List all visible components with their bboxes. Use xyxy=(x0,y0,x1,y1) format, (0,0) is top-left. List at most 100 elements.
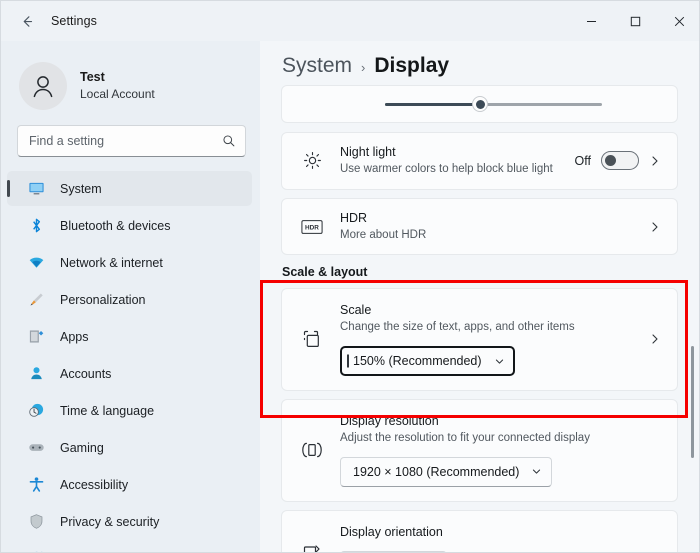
brightness-slider[interactable] xyxy=(300,95,659,113)
sidebar-item-label: Accounts xyxy=(60,366,112,381)
chevron-down-icon xyxy=(494,356,505,367)
brightness-card xyxy=(281,85,678,123)
back-button[interactable] xyxy=(9,6,45,36)
night-light-body: Night light Use warmer colors to help bl… xyxy=(340,144,567,178)
main-scrollbar[interactable] xyxy=(688,89,698,551)
search-box[interactable] xyxy=(17,125,246,157)
sidebar-item-network-internet[interactable]: Network & internet xyxy=(7,245,252,280)
search-icon xyxy=(222,134,236,148)
sidebar-item-accounts[interactable]: Accounts xyxy=(7,356,252,391)
monitor-icon xyxy=(26,179,46,199)
apps-icon xyxy=(26,327,46,347)
sidebar-item-windows-update[interactable]: Windows Update xyxy=(7,541,252,553)
chevron-right-icon[interactable] xyxy=(649,155,663,167)
main-content: System › Display Night light Use warmer … xyxy=(260,41,699,552)
settings-window: Settings Test Local Account Find a setti… xyxy=(0,0,700,553)
display-resolution-title: Display resolution xyxy=(340,414,439,429)
page-title: Display xyxy=(374,54,450,77)
sidebar-item-apps[interactable]: Apps xyxy=(7,319,252,354)
display-resolution-card: Display resolution Adjust the resolution… xyxy=(281,399,678,502)
sidebar-item-label: Time & language xyxy=(60,403,155,418)
bluetooth-icon xyxy=(26,216,46,236)
account-text: Test Local Account xyxy=(80,70,155,102)
sidebar-item-label: Personalization xyxy=(60,292,146,307)
breadcrumb: System › Display xyxy=(260,41,699,85)
display-resolution-body: Display resolution Adjust the resolution… xyxy=(340,413,663,487)
sidebar-item-privacy-security[interactable]: Privacy & security xyxy=(7,504,252,539)
night-light-state-label: Off xyxy=(574,153,591,168)
sidebar-item-personalization[interactable]: Personalization xyxy=(7,282,252,317)
chevron-right-icon[interactable] xyxy=(649,221,663,233)
search-input[interactable] xyxy=(29,134,222,148)
night-light-title: Night light xyxy=(340,145,396,159)
hdr-icon: HDR xyxy=(298,219,326,235)
night-light-subtitle: Use warmer colors to help block blue lig… xyxy=(340,162,553,175)
avatar xyxy=(19,62,67,110)
sidebar-item-label: Accessibility xyxy=(60,477,129,492)
display-orientation-card: Display orientation Landscape xyxy=(281,509,678,552)
sidebar-item-label: System xyxy=(60,181,102,196)
account-icon xyxy=(26,364,46,384)
sidebar-item-system[interactable]: System xyxy=(7,171,252,206)
hdr-body: HDR More about HDR xyxy=(340,210,641,244)
hdr-subtitle: More about HDR xyxy=(340,228,427,241)
night-light-controls: Off xyxy=(574,151,663,171)
display-resolution-dropdown[interactable]: 1920 × 1080 (Recommended) xyxy=(340,456,553,487)
scale-card[interactable]: Scale Change the size of text, apps, and… xyxy=(281,288,678,392)
hdr-controls xyxy=(649,221,663,233)
settings-scroll-area: Night light Use warmer colors to help bl… xyxy=(260,85,699,552)
paintbrush-icon xyxy=(26,290,46,310)
title-bar: Settings xyxy=(1,1,699,41)
scale-dropdown-value: 150% (Recommended) xyxy=(353,354,482,369)
scale-chevron[interactable] xyxy=(649,333,663,345)
scale-title: Scale xyxy=(340,303,372,318)
chevron-right-icon: › xyxy=(361,60,366,75)
sidebar-item-bluetooth-devices[interactable]: Bluetooth & devices xyxy=(7,208,252,243)
sidebar-nav: System Bluetooth & devices Network & int… xyxy=(1,171,260,553)
update-icon xyxy=(26,549,46,552)
hdr-card[interactable]: HDR HDR More about HDR xyxy=(281,197,678,256)
sidebar-item-label: Apps xyxy=(60,329,89,344)
sidebar-item-label: Privacy & security xyxy=(60,514,160,529)
night-light-card[interactable]: Night light Use warmer colors to help bl… xyxy=(281,132,678,190)
orientation-icon xyxy=(298,542,326,552)
scale-subtitle: Change the size of text, apps, and other… xyxy=(340,321,575,334)
svg-text:HDR: HDR xyxy=(305,224,319,231)
gamepad-icon xyxy=(26,438,46,458)
display-orientation-body: Display orientation Landscape xyxy=(340,524,663,552)
shield-icon xyxy=(26,512,46,532)
accessibility-icon xyxy=(26,475,46,495)
scale-dropdown-row: 150% (Recommended) xyxy=(340,346,649,377)
display-resolution-dropdown-row: 1920 × 1080 (Recommended) xyxy=(340,456,663,487)
window-controls xyxy=(569,1,699,41)
sidebar-item-accessibility[interactable]: Accessibility xyxy=(7,467,252,502)
slider-thumb[interactable] xyxy=(472,96,488,112)
display-orientation-title: Display orientation xyxy=(340,524,443,539)
hdr-title: HDR xyxy=(340,210,368,225)
maximize-button[interactable] xyxy=(613,1,657,41)
sidebar-item-label: Bluetooth & devices xyxy=(60,218,171,233)
window-title: Settings xyxy=(51,14,97,28)
sidebar: Test Local Account Find a setting System… xyxy=(1,41,260,553)
toggle-knob xyxy=(605,155,616,167)
display-resolution-dropdown-value: 1920 × 1080 (Recommended) xyxy=(353,464,520,479)
sun-icon xyxy=(298,151,326,170)
sidebar-item-label: Gaming xyxy=(60,440,104,455)
account-block[interactable]: Test Local Account xyxy=(1,41,260,117)
scale-icon xyxy=(298,329,326,349)
minimize-button[interactable] xyxy=(569,1,613,41)
night-light-toggle[interactable] xyxy=(601,151,639,171)
sidebar-item-gaming[interactable]: Gaming xyxy=(7,430,252,465)
scrollbar-thumb[interactable] xyxy=(691,346,694,458)
chevron-right-icon[interactable] xyxy=(649,333,663,345)
close-button[interactable] xyxy=(657,1,699,41)
account-subtitle: Local Account xyxy=(80,86,155,101)
clock-globe-icon xyxy=(26,401,46,421)
scale-dropdown[interactable]: 150% (Recommended) xyxy=(340,346,515,377)
wifi-icon xyxy=(26,253,46,273)
sidebar-item-time-language[interactable]: Time & language xyxy=(7,393,252,428)
scale-layout-section-title: Scale & layout xyxy=(282,265,368,280)
breadcrumb-parent[interactable]: System xyxy=(282,54,352,78)
display-resolution-subtitle: Adjust the resolution to fit your connec… xyxy=(340,432,590,445)
sidebar-item-label: Network & internet xyxy=(60,255,163,270)
